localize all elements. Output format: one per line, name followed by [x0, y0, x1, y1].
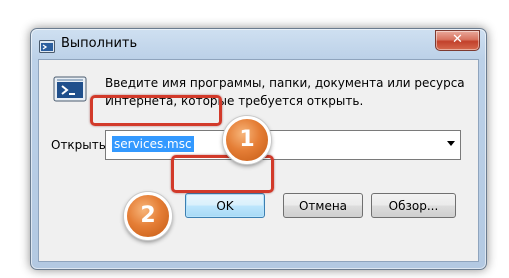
- run-program-icon: [53, 76, 87, 102]
- browse-button[interactable]: Обзор...: [371, 193, 456, 218]
- cancel-button[interactable]: Отмена: [283, 193, 363, 218]
- open-input-value[interactable]: services.msc: [112, 136, 194, 152]
- title-bar[interactable]: Выполнить ✕: [31, 29, 486, 59]
- open-combobox[interactable]: services.msc: [105, 130, 461, 160]
- step-2-badge: 2: [124, 192, 172, 240]
- input-highlight-frame: [90, 95, 222, 126]
- window-title: Выполнить: [61, 36, 138, 51]
- open-label: Открыть:: [51, 138, 110, 152]
- step-1-badge: 1: [223, 116, 271, 164]
- close-button[interactable]: ✕: [435, 30, 480, 51]
- chevron-down-icon[interactable]: [447, 141, 455, 146]
- run-icon: [39, 38, 55, 53]
- ok-button[interactable]: OK: [185, 193, 265, 218]
